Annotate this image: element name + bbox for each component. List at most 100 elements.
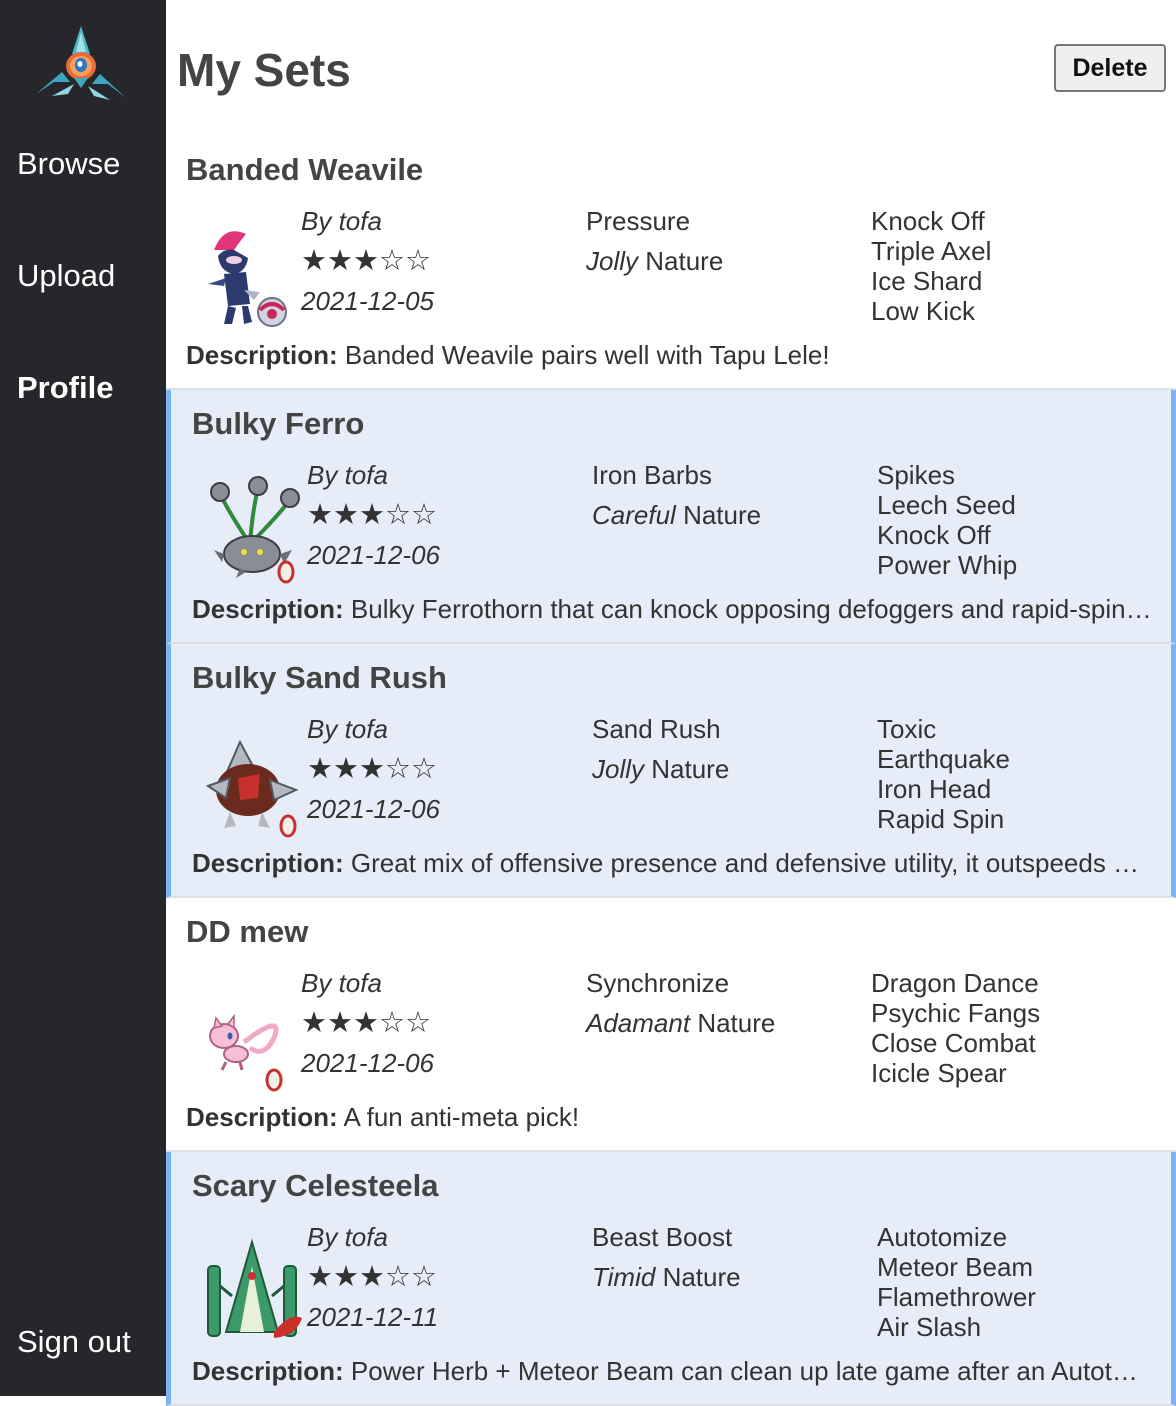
set-description: Description: Bulky Ferrothorn that can k…: [192, 594, 1152, 624]
move-item: Rapid Spin: [877, 804, 1005, 834]
move-item: Icicle Spear: [871, 1058, 1007, 1088]
set-nature: Careful Nature: [592, 500, 761, 530]
page-title: My Sets: [177, 44, 351, 96]
set-name: Scary Celesteela: [192, 1168, 439, 1203]
move-item: Knock Off: [877, 520, 991, 550]
rating-stars: ★★★☆☆: [301, 245, 431, 277]
nature-suffix: Nature: [651, 754, 730, 784]
move-item: Ice Shard: [871, 266, 983, 296]
nature-name: Timid: [592, 1262, 656, 1292]
move-list: Spikes Leech Seed Knock Off Power Whip: [877, 460, 1017, 580]
move-item: Flamethrower: [877, 1282, 1036, 1312]
nav-sign-out[interactable]: Sign out: [17, 1324, 131, 1360]
nav-upload[interactable]: Upload: [17, 258, 115, 294]
delete-button[interactable]: Delete: [1054, 44, 1166, 92]
rating-stars: ★★★☆☆: [301, 1007, 431, 1039]
set-nature: Jolly Nature: [586, 246, 723, 276]
sidebar: Browse Upload Profile Sign out: [0, 0, 166, 1396]
description-label: Description:: [192, 848, 344, 878]
move-item: Knock Off: [871, 206, 985, 236]
set-author: By tofa: [307, 714, 388, 744]
description-label: Description:: [192, 1356, 344, 1386]
nature-suffix: Nature: [662, 1262, 741, 1292]
description-label: Description:: [186, 340, 338, 370]
description-text: Power Herb + Meteor Beam can clean up la…: [350, 1356, 1152, 1386]
set-ability: Sand Rush: [592, 714, 721, 744]
set-name: Banded Weavile: [186, 152, 424, 187]
set-name: Bulky Sand Rush: [192, 660, 447, 695]
description-text: Banded Weavile pairs well with Tapu Lele…: [344, 340, 830, 370]
rotom-logo-icon[interactable]: [34, 24, 128, 104]
set-description: Description: Great mix of offensive pres…: [192, 848, 1152, 878]
move-item: Spikes: [877, 460, 956, 490]
set-date: 2021-12-11: [307, 1302, 439, 1332]
move-item: Triple Axel: [871, 236, 992, 266]
main-content: My Sets Delete Banded Weavile By tofa ★★…: [166, 0, 1176, 1406]
move-item: Iron Head: [877, 774, 992, 804]
set-card-1[interactable]: Banded Weavile By tofa ★★★☆☆ 2021-12-05 …: [166, 136, 1176, 390]
excadrill-sprite-icon: [200, 728, 304, 838]
nav-browse[interactable]: Browse: [17, 146, 120, 182]
set-description: Description: Power Herb + Meteor Beam ca…: [192, 1356, 1152, 1386]
description-text: Bulky Ferrothorn that can knock opposing…: [350, 594, 1152, 624]
move-list: Knock Off Triple Axel Ice Shard Low Kick: [871, 206, 991, 326]
set-author: By tofa: [307, 1222, 388, 1252]
set-date: 2021-12-06: [307, 540, 440, 570]
description-label: Description:: [186, 1102, 338, 1132]
set-ability: Synchronize: [586, 968, 730, 998]
rating-stars: ★★★☆☆: [307, 753, 437, 785]
description-label: Description:: [192, 594, 344, 624]
move-item: Close Combat: [871, 1028, 1036, 1058]
move-list: Toxic Earthquake Iron Head Rapid Spin: [877, 714, 1010, 834]
nav-profile[interactable]: Profile: [17, 370, 113, 406]
set-author: By tofa: [307, 460, 388, 490]
ferrothorn-sprite-icon: [200, 474, 304, 584]
move-item: Psychic Fangs: [871, 998, 1041, 1028]
set-nature: Jolly Nature: [592, 754, 729, 784]
move-item: Earthquake: [877, 744, 1010, 774]
set-nature: Adamant Nature: [586, 1008, 775, 1038]
set-card-3[interactable]: Bulky Sand Rush By tofa ★★★☆☆ 2021-12-06…: [166, 644, 1176, 898]
set-nature: Timid Nature: [592, 1262, 741, 1292]
set-card-5[interactable]: Scary Celesteela By tofa ★★★☆☆ 2021-12-1…: [166, 1152, 1176, 1406]
nature-name: Careful: [592, 500, 676, 530]
nature-suffix: Nature: [683, 500, 762, 530]
set-card-4[interactable]: DD mew By tofa ★★★☆☆ 2021-12-06 Synchron…: [166, 898, 1176, 1152]
set-list: Banded Weavile By tofa ★★★☆☆ 2021-12-05 …: [166, 136, 1176, 1406]
move-item: Power Whip: [877, 550, 1018, 580]
nature-name: Jolly: [586, 246, 639, 276]
set-ability: Iron Barbs: [592, 460, 712, 490]
nature-name: Jolly: [592, 754, 645, 784]
description-text: A fun anti-meta pick!: [343, 1102, 580, 1132]
set-name: DD mew: [186, 914, 309, 949]
move-item: Low Kick: [871, 296, 976, 326]
move-item: Meteor Beam: [877, 1252, 1034, 1282]
set-date: 2021-12-06: [307, 794, 440, 824]
set-ability: Beast Boost: [592, 1222, 733, 1252]
set-date: 2021-12-06: [301, 1048, 434, 1078]
celesteela-sprite-icon: [200, 1236, 304, 1346]
mew-sprite-icon: [194, 982, 298, 1092]
description-text: Great mix of offensive presence and defe…: [350, 848, 1152, 878]
set-ability: Pressure: [586, 206, 691, 236]
move-item: Air Slash: [877, 1312, 982, 1342]
set-description: Description: Banded Weavile pairs well w…: [186, 340, 1146, 370]
set-date: 2021-12-05: [301, 286, 434, 316]
rating-stars: ★★★☆☆: [307, 499, 437, 531]
weavile-sprite-icon: [194, 220, 298, 330]
nature-suffix: Nature: [697, 1008, 776, 1038]
move-item: Autotomize: [877, 1222, 1008, 1252]
move-list: Autotomize Meteor Beam Flamethrower Air Sla…: [877, 1222, 1036, 1342]
set-description: Description: A fun anti-meta pick!: [186, 1102, 1146, 1132]
set-author: By tofa: [301, 206, 382, 236]
move-item: Toxic: [877, 714, 937, 744]
set-name: Bulky Ferro: [192, 406, 365, 441]
move-list: Dragon Dance Psychic Fangs Close Combat Ici…: [871, 968, 1040, 1088]
move-item: Leech Seed: [877, 490, 1016, 520]
move-item: Dragon Dance: [871, 968, 1039, 998]
rating-stars: ★★★☆☆: [307, 1261, 437, 1293]
nature-name: Adamant: [586, 1008, 691, 1038]
nature-suffix: Nature: [645, 246, 724, 276]
set-card-2[interactable]: Bulky Ferro By tofa ★★★☆☆ 2021-12-06 Iro…: [166, 390, 1176, 644]
set-author: By tofa: [301, 968, 382, 998]
